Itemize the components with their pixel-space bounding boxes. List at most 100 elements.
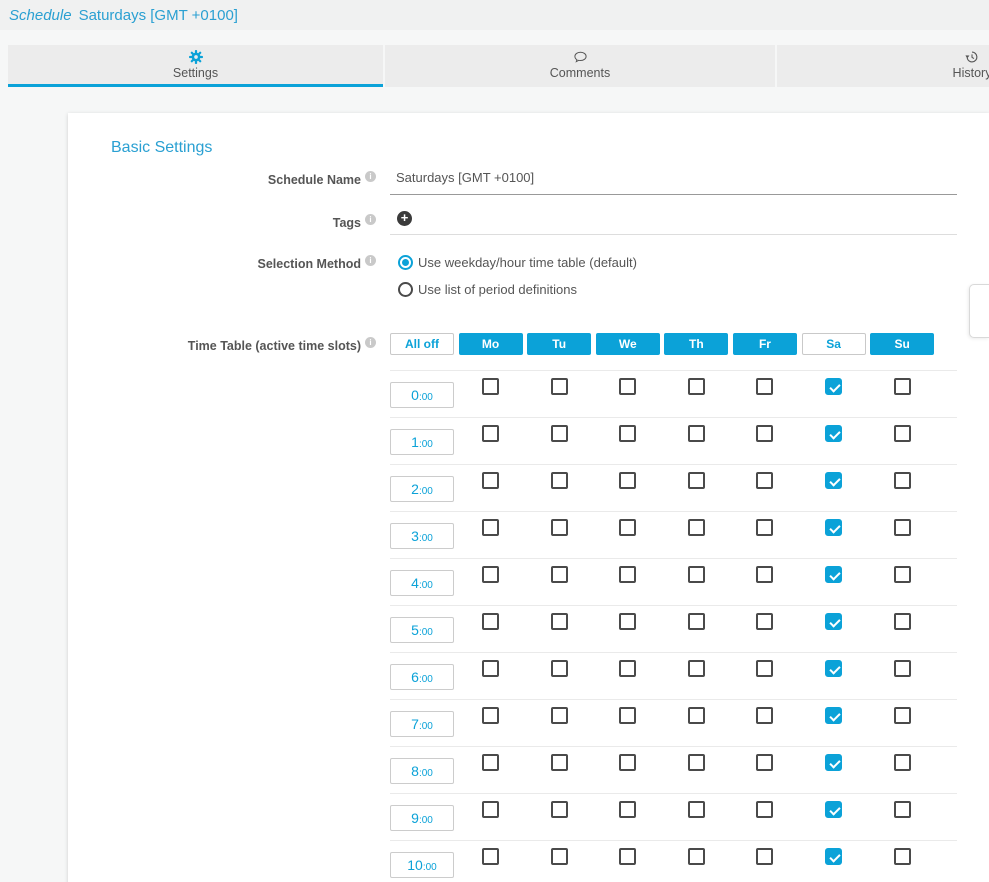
info-icon[interactable]: i <box>365 171 376 182</box>
radio-option-timetable[interactable]: Use weekday/hour time table (default) <box>390 255 957 270</box>
timeslot-checkbox-we-8:00[interactable] <box>619 754 636 771</box>
timeslot-checkbox-th-8:00[interactable] <box>688 754 705 771</box>
timeslot-checkbox-fr-8:00[interactable] <box>756 754 773 771</box>
timeslot-checkbox-tu-5:00[interactable] <box>551 613 568 630</box>
timeslot-checkbox-sa-0:00[interactable] <box>825 378 842 395</box>
timeslot-checkbox-mo-7:00[interactable] <box>482 707 499 724</box>
timeslot-checkbox-su-6:00[interactable] <box>894 660 911 677</box>
timeslot-checkbox-fr-7:00[interactable] <box>756 707 773 724</box>
timeslot-checkbox-th-6:00[interactable] <box>688 660 705 677</box>
timeslot-checkbox-sa-1:00[interactable] <box>825 425 842 442</box>
timeslot-checkbox-su-5:00[interactable] <box>894 613 911 630</box>
timeslot-checkbox-su-7:00[interactable] <box>894 707 911 724</box>
timeslot-checkbox-th-7:00[interactable] <box>688 707 705 724</box>
timeslot-checkbox-sa-10:00[interactable] <box>825 848 842 865</box>
timeslot-checkbox-fr-2:00[interactable] <box>756 472 773 489</box>
timeslot-checkbox-mo-6:00[interactable] <box>482 660 499 677</box>
hour-button-9:00[interactable]: 9:00 <box>390 805 454 831</box>
timeslot-checkbox-tu-1:00[interactable] <box>551 425 568 442</box>
timeslot-checkbox-th-9:00[interactable] <box>688 801 705 818</box>
hour-button-0:00[interactable]: 0:00 <box>390 382 454 408</box>
timeslot-checkbox-we-0:00[interactable] <box>619 378 636 395</box>
timeslot-checkbox-th-5:00[interactable] <box>688 613 705 630</box>
timeslot-checkbox-su-4:00[interactable] <box>894 566 911 583</box>
timeslot-checkbox-tu-8:00[interactable] <box>551 754 568 771</box>
timeslot-checkbox-we-2:00[interactable] <box>619 472 636 489</box>
timeslot-checkbox-we-3:00[interactable] <box>619 519 636 536</box>
timeslot-checkbox-sa-2:00[interactable] <box>825 472 842 489</box>
timeslot-checkbox-sa-7:00[interactable] <box>825 707 842 724</box>
timeslot-checkbox-we-10:00[interactable] <box>619 848 636 865</box>
timeslot-checkbox-th-3:00[interactable] <box>688 519 705 536</box>
timeslot-checkbox-mo-8:00[interactable] <box>482 754 499 771</box>
all-off-button[interactable]: All off <box>390 333 454 355</box>
timeslot-checkbox-fr-0:00[interactable] <box>756 378 773 395</box>
timeslot-checkbox-su-10:00[interactable] <box>894 848 911 865</box>
tab-settings[interactable]: Settings <box>8 45 383 87</box>
timeslot-checkbox-we-1:00[interactable] <box>619 425 636 442</box>
timeslot-checkbox-mo-2:00[interactable] <box>482 472 499 489</box>
timeslot-checkbox-tu-10:00[interactable] <box>551 848 568 865</box>
add-tag-icon[interactable]: + <box>397 211 412 226</box>
info-icon[interactable]: i <box>365 255 376 266</box>
timeslot-checkbox-mo-0:00[interactable] <box>482 378 499 395</box>
timeslot-checkbox-fr-6:00[interactable] <box>756 660 773 677</box>
timeslot-checkbox-su-9:00[interactable] <box>894 801 911 818</box>
timeslot-checkbox-fr-3:00[interactable] <box>756 519 773 536</box>
timeslot-checkbox-tu-9:00[interactable] <box>551 801 568 818</box>
timeslot-checkbox-we-7:00[interactable] <box>619 707 636 724</box>
side-panel-handle[interactable] <box>969 284 989 338</box>
info-icon[interactable]: i <box>365 337 376 348</box>
schedule-name-input[interactable]: Saturdays [GMT +0100] <box>390 165 957 195</box>
timeslot-checkbox-we-9:00[interactable] <box>619 801 636 818</box>
timeslot-checkbox-fr-4:00[interactable] <box>756 566 773 583</box>
timeslot-checkbox-th-0:00[interactable] <box>688 378 705 395</box>
timeslot-checkbox-sa-8:00[interactable] <box>825 754 842 771</box>
radio-icon[interactable] <box>398 255 413 270</box>
radio-option-periods[interactable]: Use list of period definitions <box>390 282 957 297</box>
timeslot-checkbox-th-2:00[interactable] <box>688 472 705 489</box>
timeslot-checkbox-mo-9:00[interactable] <box>482 801 499 818</box>
timeslot-checkbox-fr-10:00[interactable] <box>756 848 773 865</box>
timeslot-checkbox-su-8:00[interactable] <box>894 754 911 771</box>
timeslot-checkbox-mo-1:00[interactable] <box>482 425 499 442</box>
hour-button-2:00[interactable]: 2:00 <box>390 476 454 502</box>
timeslot-checkbox-fr-1:00[interactable] <box>756 425 773 442</box>
timeslot-checkbox-mo-10:00[interactable] <box>482 848 499 865</box>
hour-button-1:00[interactable]: 1:00 <box>390 429 454 455</box>
tags-input[interactable]: + <box>390 208 957 235</box>
timeslot-checkbox-th-1:00[interactable] <box>688 425 705 442</box>
tab-history[interactable]: History <box>777 45 989 87</box>
hour-button-3:00[interactable]: 3:00 <box>390 523 454 549</box>
timeslot-checkbox-we-4:00[interactable] <box>619 566 636 583</box>
day-toggle-su[interactable]: Su <box>870 333 934 355</box>
timeslot-checkbox-we-5:00[interactable] <box>619 613 636 630</box>
timeslot-checkbox-tu-3:00[interactable] <box>551 519 568 536</box>
timeslot-checkbox-sa-4:00[interactable] <box>825 566 842 583</box>
timeslot-checkbox-we-6:00[interactable] <box>619 660 636 677</box>
hour-button-7:00[interactable]: 7:00 <box>390 711 454 737</box>
timeslot-checkbox-tu-7:00[interactable] <box>551 707 568 724</box>
hour-button-10:00[interactable]: 10:00 <box>390 852 454 878</box>
timeslot-checkbox-tu-4:00[interactable] <box>551 566 568 583</box>
timeslot-checkbox-tu-0:00[interactable] <box>551 378 568 395</box>
hour-button-5:00[interactable]: 5:00 <box>390 617 454 643</box>
timeslot-checkbox-sa-3:00[interactable] <box>825 519 842 536</box>
hour-button-6:00[interactable]: 6:00 <box>390 664 454 690</box>
hour-button-4:00[interactable]: 4:00 <box>390 570 454 596</box>
day-toggle-we[interactable]: We <box>596 333 660 355</box>
timeslot-checkbox-sa-6:00[interactable] <box>825 660 842 677</box>
timeslot-checkbox-fr-5:00[interactable] <box>756 613 773 630</box>
day-toggle-sa[interactable]: Sa <box>802 333 866 355</box>
timeslot-checkbox-tu-2:00[interactable] <box>551 472 568 489</box>
tab-comments[interactable]: Comments <box>385 45 775 87</box>
info-icon[interactable]: i <box>365 214 376 225</box>
timeslot-checkbox-sa-5:00[interactable] <box>825 613 842 630</box>
day-toggle-fr[interactable]: Fr <box>733 333 797 355</box>
radio-icon[interactable] <box>398 282 413 297</box>
timeslot-checkbox-sa-9:00[interactable] <box>825 801 842 818</box>
hour-button-8:00[interactable]: 8:00 <box>390 758 454 784</box>
timeslot-checkbox-mo-4:00[interactable] <box>482 566 499 583</box>
timeslot-checkbox-su-2:00[interactable] <box>894 472 911 489</box>
timeslot-checkbox-su-0:00[interactable] <box>894 378 911 395</box>
